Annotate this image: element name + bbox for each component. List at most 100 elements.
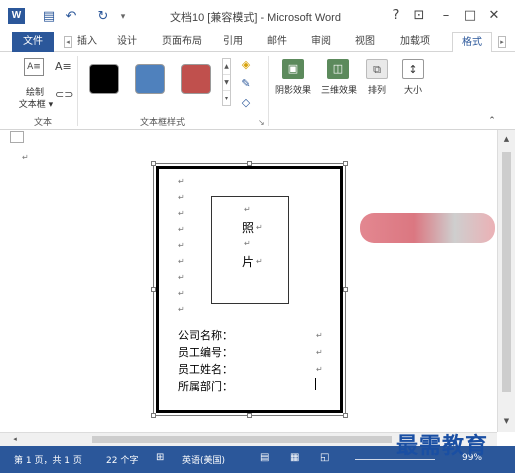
paragraph-mark: ↵: [316, 348, 323, 357]
field-employee-name[interactable]: 员工姓名：: [178, 361, 233, 377]
tab-view[interactable]: 视图: [350, 32, 380, 52]
style-gallery-scroll[interactable]: ▲ ▼ ▾: [222, 58, 231, 106]
field-employee-id[interactable]: 员工编号：: [178, 344, 233, 360]
tab-addins[interactable]: 加载项: [394, 32, 436, 52]
scroll-up-icon[interactable]: ▲: [500, 132, 513, 146]
proofing-icon[interactable]: ⊞: [156, 452, 164, 463]
resize-handle[interactable]: [247, 161, 252, 166]
window-title: 文档10 [兼容模式] - Microsoft Word: [170, 12, 341, 24]
scroll-left-icon[interactable]: ◂: [8, 433, 22, 446]
resize-handle[interactable]: [151, 413, 156, 418]
style-swatch-black[interactable]: [89, 64, 119, 94]
resize-handle[interactable]: [151, 161, 156, 166]
3d-effects-icon[interactable]: ◫: [327, 59, 349, 79]
text-group-label: 文本: [34, 118, 53, 128]
paragraph-mark: ↵: [178, 241, 185, 250]
paragraph-mark: ↵: [178, 209, 185, 218]
redo-icon[interactable]: ↻: [96, 9, 110, 25]
paragraph-mark: ↵: [316, 365, 323, 374]
customize-toolbar-icon[interactable]: ▾: [118, 9, 128, 25]
textbox-icon[interactable]: A≡: [24, 58, 44, 76]
photo-label-line1: 照: [242, 221, 255, 235]
help-button[interactable]: ?: [386, 7, 406, 25]
paragraph-mark: ↵: [178, 273, 185, 282]
page-count-status[interactable]: 第 1 页，共 1 页: [14, 453, 82, 466]
resize-handle[interactable]: [343, 413, 348, 418]
tab-references[interactable]: 引用: [218, 32, 248, 52]
size-button[interactable]: 大小: [396, 83, 430, 96]
watermark-logo: 最需教育: [396, 433, 489, 459]
shadow-effects-button[interactable]: 阴影效果: [270, 83, 316, 96]
field-company-name[interactable]: 公司名称：: [178, 327, 233, 343]
minimize-button[interactable]: –: [436, 7, 456, 25]
shadow-effects-icon[interactable]: ▣: [282, 59, 304, 79]
scroll-down-icon[interactable]: ▼: [500, 414, 513, 428]
ribbon-display-options-button[interactable]: ⊡: [409, 7, 429, 25]
collapse-ribbon-icon[interactable]: ⌃: [484, 114, 500, 128]
undo-icon[interactable]: ↶: [64, 9, 78, 25]
paragraph-mark: ↵: [244, 239, 251, 248]
style-swatch-blue[interactable]: [135, 64, 165, 94]
dialog-launcher-icon[interactable]: ↘: [258, 118, 265, 127]
vertical-scroll-thumb[interactable]: [502, 152, 511, 392]
field-department[interactable]: 所属部门：: [178, 378, 233, 394]
language-status[interactable]: 英语(美国): [182, 453, 225, 466]
ruler-tab-selector[interactable]: [10, 131, 24, 143]
tab-scroll-left-icon[interactable]: ◂: [64, 36, 72, 48]
tab-file[interactable]: 文件: [12, 32, 54, 52]
text-cursor: [315, 378, 316, 390]
paragraph-mark: ↵: [256, 223, 263, 232]
gallery-up-icon[interactable]: ▲: [223, 59, 230, 75]
paragraph-mark: ↵: [244, 205, 251, 214]
word-window: W ▤ ↶ ↻ ▾ 文档10 [兼容模式] - Microsoft Word ?…: [0, 0, 515, 473]
shape-outline-icon[interactable]: ✎: [238, 77, 254, 91]
tab-page-layout[interactable]: 页面布局: [156, 32, 208, 52]
link-icon[interactable]: ⊂⊃: [55, 88, 73, 102]
gallery-more-icon[interactable]: ▾: [223, 91, 230, 107]
word-logo-icon[interactable]: W: [8, 8, 25, 24]
change-shape-icon[interactable]: ◇: [238, 96, 254, 110]
close-button[interactable]: ✕: [484, 7, 504, 25]
arrange-icon[interactable]: ⧉: [366, 59, 388, 79]
print-layout-icon[interactable]: ▦: [290, 452, 299, 463]
gallery-down-icon[interactable]: ▼: [223, 75, 230, 91]
paragraph-mark: ↵: [316, 331, 323, 340]
arrange-button[interactable]: 排列: [362, 83, 392, 96]
paragraph-mark: ↵: [178, 177, 185, 186]
text-direction-icon[interactable]: A≡: [55, 60, 72, 74]
tab-mailings[interactable]: 邮件: [262, 32, 292, 52]
blurred-overlay: [360, 213, 495, 243]
shape-fill-icon[interactable]: ◈: [238, 58, 254, 72]
photo-label-line2: 片: [242, 255, 255, 269]
resize-handle[interactable]: [343, 287, 348, 292]
maximize-button[interactable]: □: [460, 7, 480, 25]
word-count-status[interactable]: 22 个字: [106, 453, 138, 466]
read-mode-icon[interactable]: ▤: [260, 452, 269, 463]
tab-design[interactable]: 设计: [112, 32, 142, 52]
paragraph-mark: ↵: [178, 305, 185, 314]
tab-format[interactable]: 格式: [452, 32, 492, 53]
resize-handle[interactable]: [151, 287, 156, 292]
paragraph-mark: ↵: [178, 193, 185, 202]
ribbon-panel: A≡ A≡ 绘制 文本框 ▾ ⊂⊃ 文本 ▲ ▼ ▾ ◈ ✎ ◇ 文本框样式 ↘…: [0, 52, 515, 130]
resize-handle[interactable]: [247, 413, 252, 418]
tab-review[interactable]: 审阅: [306, 32, 336, 52]
paragraph-mark: ↵: [22, 153, 29, 162]
horizontal-scroll-thumb[interactable]: [92, 436, 392, 443]
web-layout-icon[interactable]: ◱: [320, 452, 329, 463]
paragraph-mark: ↵: [178, 225, 185, 234]
paragraph-mark: ↵: [178, 257, 185, 266]
group-divider: [268, 56, 269, 126]
draw-textbox-dropdown[interactable]: 文本框 ▾: [14, 97, 58, 110]
style-swatch-red[interactable]: [181, 64, 211, 94]
vertical-scrollbar[interactable]: ▲ ▼: [497, 130, 515, 432]
3d-effects-button[interactable]: 三维效果: [316, 83, 362, 96]
tab-insert[interactable]: 插入: [74, 32, 100, 52]
title-bar: W ▤ ↶ ↻ ▾ 文档10 [兼容模式] - Microsoft Word ?…: [0, 0, 515, 32]
save-icon[interactable]: ▤: [42, 9, 56, 25]
ribbon-tab-bar: 文件 ◂ 插入 设计 页面布局 引用 邮件 审阅 视图 加载项 格式 ▸: [0, 32, 515, 53]
ruler: [0, 130, 497, 146]
resize-handle[interactable]: [343, 161, 348, 166]
tab-scroll-right-icon[interactable]: ▸: [498, 36, 506, 48]
size-icon[interactable]: ↕: [402, 59, 424, 79]
